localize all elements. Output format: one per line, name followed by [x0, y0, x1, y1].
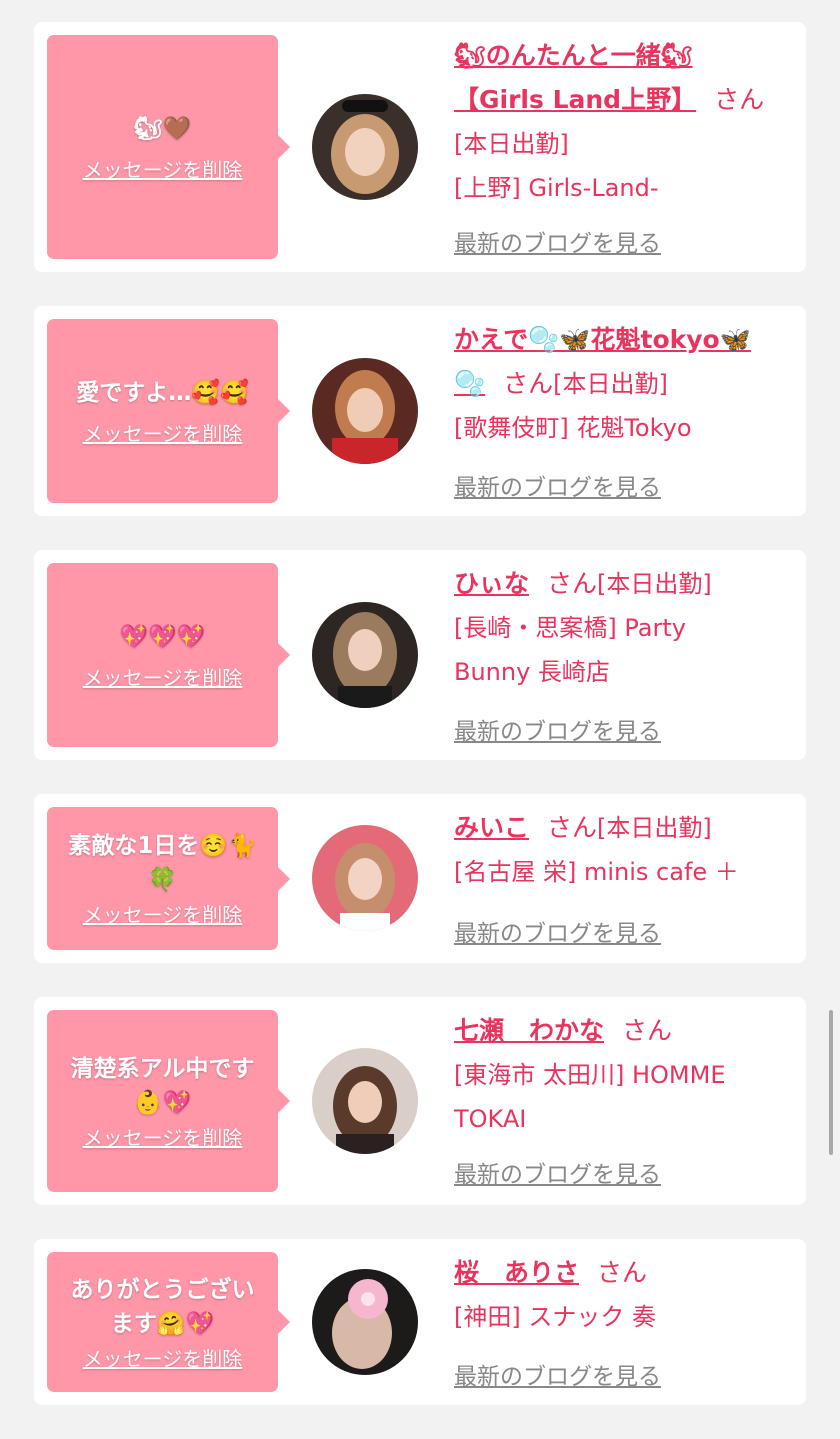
delete-message-link[interactable]: メッセージを削除 [83, 662, 243, 691]
delete-message-link[interactable]: メッセージを削除 [83, 1343, 243, 1372]
message-bubble: 💖💖💖 メッセージを削除 [47, 563, 290, 747]
delete-message-link[interactable]: メッセージを削除 [83, 418, 243, 447]
latest-blog-link[interactable]: 最新のブログを見る [454, 224, 661, 258]
avatar[interactable] [312, 358, 418, 464]
cast-info: 七瀬 わかな さん [東海市 太田川] HOMME TOKAI [454, 1009, 784, 1141]
message-text: 愛ですよ…🥰🥰 [76, 379, 249, 406]
delete-message-link[interactable]: メッセージを削除 [83, 154, 243, 183]
message-card: 💖💖💖 メッセージを削除 ひぃな さん[本日出勤] [長崎・思案橋] Party … [34, 550, 806, 760]
cast-name-link-cont[interactable]: 【Girls Land上野】 [454, 85, 696, 114]
work-status: [本日出勤] [553, 370, 668, 398]
message-text: 清楚系アル中です [70, 1055, 255, 1082]
work-status: [本日出勤] [597, 570, 712, 598]
cast-info: みいこ さん[本日出勤] [名古屋 栄] minis cafe ＋ [454, 806, 784, 894]
work-status: [本日出勤] [597, 814, 712, 842]
honorific: さん [547, 569, 598, 598]
message-card: ありがとうござい ます🤗💖 メッセージを削除 桜 ありさ さん [神田] スナック… [34, 1239, 806, 1405]
message-card: 素敵な1日を☺️🐈 🍀 メッセージを削除 みいこ さん[本日出勤] [名古屋 栄]… [34, 794, 806, 963]
delete-message-link[interactable]: メッセージを削除 [83, 1122, 243, 1151]
shop-name: [神田] スナック 奏 [454, 1303, 656, 1331]
message-card: 愛ですよ…🥰🥰 メッセージを削除 かえで🫧🦋花魁tokyo🦋 🫧 さん[本日出勤]… [34, 306, 806, 516]
message-text: 素敵な1日を☺️🐈 [68, 833, 257, 859]
honorific: さん [714, 85, 765, 114]
avatar[interactable] [312, 1269, 418, 1375]
message-bubble: 🐿🤎 メッセージを削除 [47, 35, 290, 259]
message-text: 💖💖💖 [119, 623, 206, 650]
cast-name-link[interactable]: ひぃな [454, 569, 529, 598]
message-text: 🐿🤎 [133, 115, 192, 142]
message-text: ありがとうござい [70, 1276, 255, 1303]
message-bubble: 素敵な1日を☺️🐈 🍀 メッセージを削除 [47, 807, 290, 950]
shop-name-cont: Bunny 長崎店 [454, 658, 610, 686]
message-card: 清楚系アル中です 👶💖 メッセージを削除 七瀬 わかな さん [東海市 太田川] … [34, 997, 806, 1205]
avatar[interactable] [312, 1048, 418, 1154]
cast-info: 🐿のんたんと一緒🐿 【Girls Land上野】 さん [本日出勤] [上野] G… [454, 34, 784, 210]
latest-blog-link[interactable]: 最新のブログを見る [454, 468, 661, 502]
cast-name-link[interactable]: 桜 ありさ [454, 1258, 579, 1287]
delete-message-link[interactable]: メッセージを削除 [83, 899, 243, 928]
scrollbar[interactable] [829, 1010, 833, 1155]
cast-name-link[interactable]: 🐿のんたんと一緒🐿 [454, 41, 692, 70]
shop-name-cont: TOKAI [454, 1105, 527, 1133]
shop-name: [東海市 太田川] HOMME [454, 1061, 726, 1089]
cast-name-link[interactable]: 七瀬 わかな [454, 1016, 604, 1045]
latest-blog-link[interactable]: 最新のブログを見る [454, 914, 661, 948]
message-text-cont: 🍀 [148, 867, 177, 893]
honorific: さん [503, 369, 554, 398]
shop-name: [歌舞伎町] 花魁Tokyo [454, 414, 692, 442]
cast-name-link[interactable]: みいこ [454, 813, 529, 842]
message-bubble: ありがとうござい ます🤗💖 メッセージを削除 [47, 1252, 290, 1392]
cast-info: 桜 ありさ さん [神田] スナック 奏 [454, 1251, 784, 1339]
cast-info: かえで🫧🦋花魁tokyo🦋 🫧 さん[本日出勤] [歌舞伎町] 花魁Tokyo [454, 318, 784, 450]
cast-name-link-cont[interactable]: 🫧 [454, 369, 485, 398]
cast-name-link[interactable]: かえで🫧🦋花魁tokyo🦋 [454, 325, 751, 354]
work-status: [本日出勤] [454, 130, 569, 158]
honorific: さん [597, 1258, 648, 1287]
message-bubble: 清楚系アル中です 👶💖 メッセージを削除 [47, 1010, 290, 1192]
message-text-cont: ます🤗💖 [110, 1310, 215, 1337]
shop-name: [上野] Girls-Land- [454, 174, 659, 202]
shop-name: [名古屋 栄] minis cafe ＋ [454, 858, 739, 886]
message-list: 🐿🤎 メッセージを削除 🐿のんたんと一緒🐿 【Girls Land上野】 さん [… [34, 22, 806, 1439]
cast-info: ひぃな さん[本日出勤] [長崎・思案橋] Party Bunny 長崎店 [454, 562, 784, 694]
latest-blog-link[interactable]: 最新のブログを見る [454, 712, 661, 746]
shop-name: [長崎・思案橋] Party [454, 614, 686, 642]
avatar[interactable] [312, 825, 418, 931]
message-card: 🐿🤎 メッセージを削除 🐿のんたんと一緒🐿 【Girls Land上野】 さん [… [34, 22, 806, 272]
avatar[interactable] [312, 602, 418, 708]
latest-blog-link[interactable]: 最新のブログを見る [454, 1357, 661, 1391]
message-text-cont: 👶💖 [133, 1089, 192, 1116]
latest-blog-link[interactable]: 最新のブログを見る [454, 1155, 661, 1189]
avatar[interactable] [312, 94, 418, 200]
honorific: さん [622, 1016, 673, 1045]
message-bubble: 愛ですよ…🥰🥰 メッセージを削除 [47, 319, 290, 503]
honorific: さん [547, 813, 598, 842]
